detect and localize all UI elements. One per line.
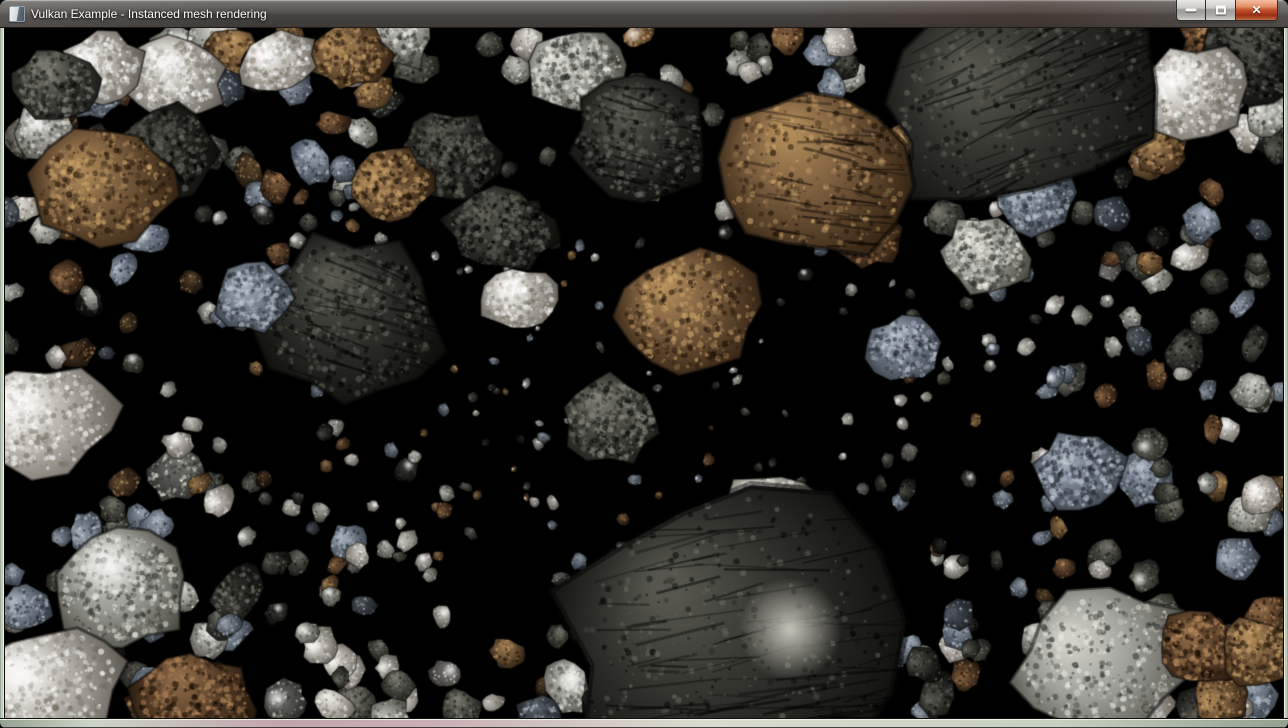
close-button[interactable]: ✕ <box>1235 0 1278 21</box>
maximize-icon <box>1216 6 1226 15</box>
titlebar[interactable]: Vulkan Example - Instanced mesh renderin… <box>0 0 1288 28</box>
minimize-button[interactable] <box>1176 0 1205 21</box>
maximize-button[interactable] <box>1205 0 1235 21</box>
render-viewport[interactable] <box>5 28 1283 718</box>
minimize-icon <box>1186 9 1197 12</box>
window-title: Vulkan Example - Instanced mesh renderin… <box>31 6 267 22</box>
frame-resize-right[interactable] <box>1283 28 1288 718</box>
app-window: Vulkan Example - Instanced mesh renderin… <box>0 0 1288 728</box>
app-icon <box>9 6 25 22</box>
frame-resize-bottom[interactable] <box>0 718 1288 728</box>
close-icon: ✕ <box>1236 0 1277 20</box>
window-controls: ✕ <box>1176 0 1278 21</box>
scene-canvas[interactable] <box>5 28 1283 718</box>
window-body <box>0 28 1288 718</box>
